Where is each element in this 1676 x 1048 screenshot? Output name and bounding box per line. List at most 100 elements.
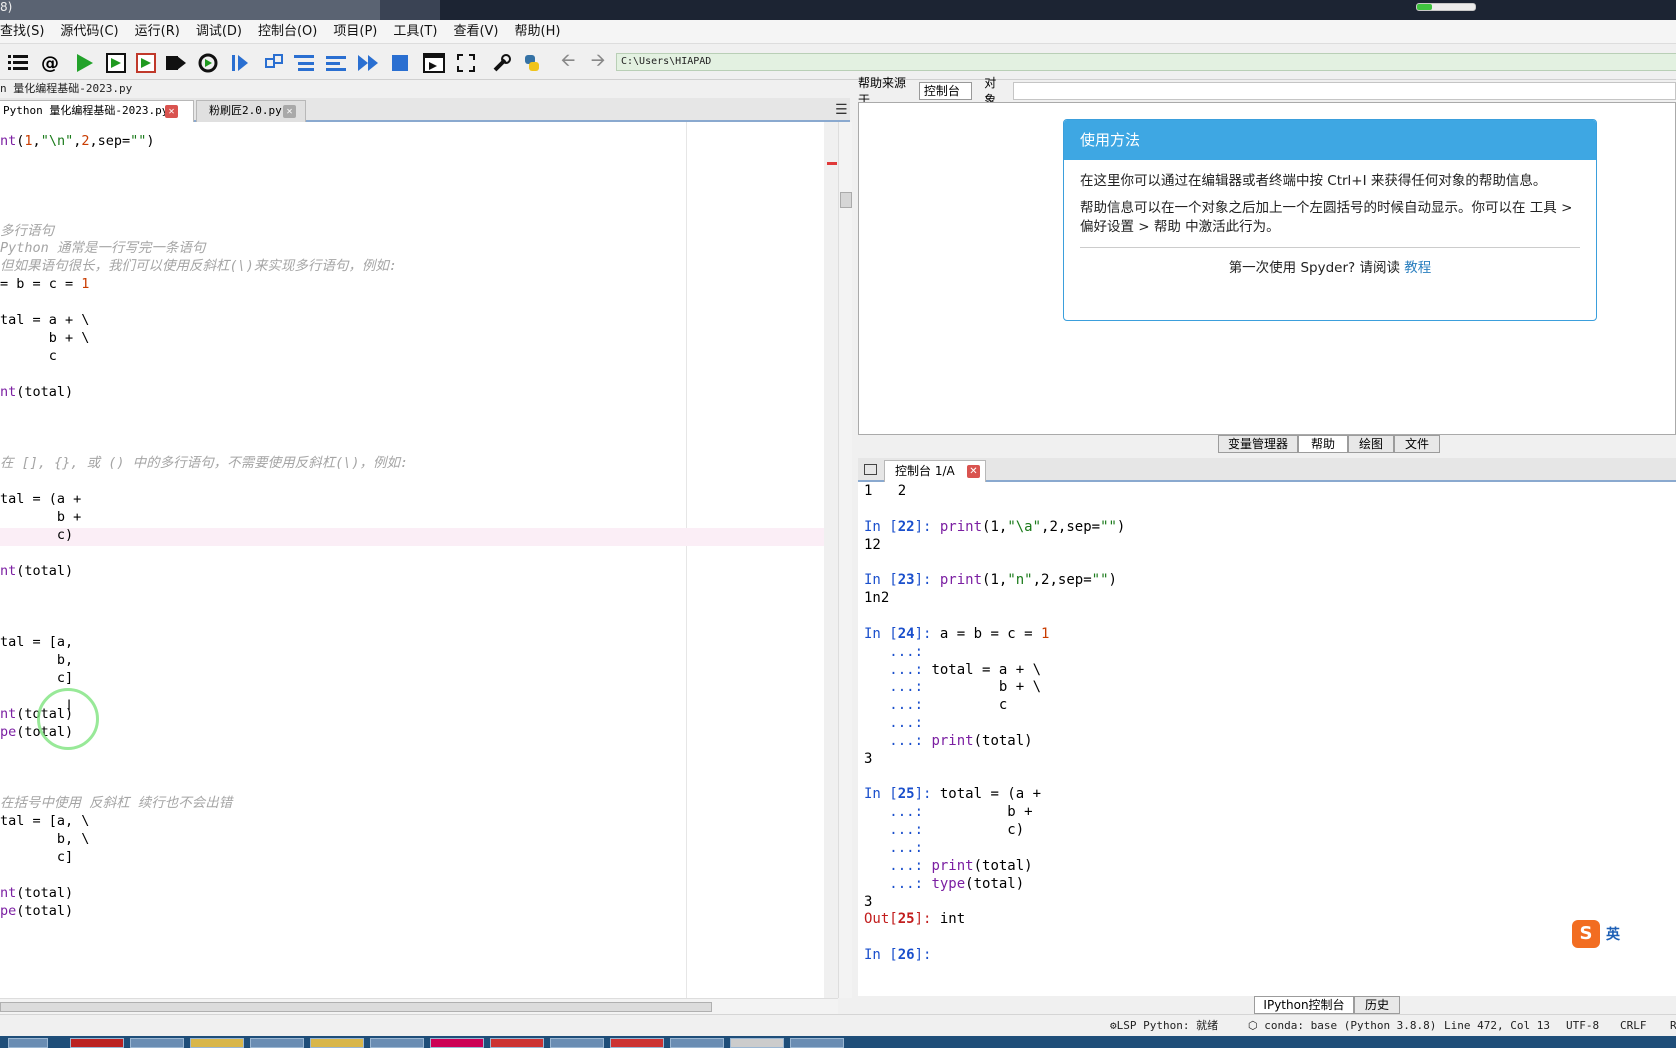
menu-help[interactable]: 帮助(H) (507, 20, 569, 44)
fullscreen-icon[interactable] (454, 51, 478, 75)
taskbar-item[interactable] (190, 1038, 244, 1048)
taskbar-item[interactable] (8, 1038, 48, 1048)
run-cell-advance-icon[interactable] (134, 51, 158, 75)
menu-debug[interactable]: 调试(D) (188, 20, 250, 44)
console-tab[interactable]: 控制台 1/A ✕ (884, 460, 986, 482)
menu-view[interactable]: 查看(V) (445, 20, 506, 44)
preferences-wrench-icon[interactable] (490, 51, 514, 75)
taskbar-item[interactable] (610, 1038, 664, 1048)
help-object-input[interactable] (1013, 82, 1676, 100)
console-token: (total) (965, 875, 1025, 892)
console-token: (total) (973, 732, 1033, 749)
help-source-select[interactable]: 控制台 ▾ (918, 82, 973, 114)
console-line: ...: c) (864, 821, 1024, 840)
error-marker (827, 162, 837, 165)
close-icon[interactable]: ✕ (967, 465, 980, 478)
at-icon[interactable]: @ (38, 51, 62, 75)
console-line: ...: (864, 839, 931, 858)
editor-horizontal-scrollbar[interactable] (0, 998, 838, 1014)
back-arrow-icon[interactable]: 🡨 (556, 50, 580, 75)
scrollbar-thumb[interactable] (840, 192, 852, 208)
debug-icon[interactable] (228, 51, 252, 75)
tab-plots[interactable]: 绘图 (1348, 435, 1394, 453)
rerun-icon[interactable] (196, 51, 220, 75)
menu-project[interactable]: 项目(P) (325, 20, 385, 44)
console-token: 1 2 (864, 483, 907, 499)
code-line: c) (0, 526, 74, 543)
taskbar-item[interactable] (670, 1038, 724, 1048)
console-token: ...: (864, 857, 932, 874)
console-token: print (939, 572, 983, 589)
editor-vertical-scrollbar[interactable] (827, 122, 852, 998)
console-line: 1 2 (864, 482, 906, 501)
tab-help[interactable]: 帮助 (1298, 435, 1348, 453)
tab-variable-explorer[interactable]: 变量管理器 (1218, 435, 1298, 453)
console-pane-tabs: IPython控制台 历史 (858, 996, 1676, 1014)
run-selection-icon[interactable] (164, 51, 188, 75)
menu-run[interactable]: 运行(R) (127, 20, 188, 44)
run-cell-icon[interactable] (104, 51, 128, 75)
code-line: nt(1,"\n",2,sep="") (0, 133, 155, 149)
console-line: ...: total = a + \ (864, 661, 1041, 680)
run-icon[interactable] (72, 51, 96, 75)
help-header: 帮助来源于 控制台 ▾ 对象 (858, 76, 1676, 114)
taskbar-item[interactable] (70, 1038, 124, 1048)
code-editor[interactable]: nt(1,"\n",2,sep="") 多行语句 Python 通常是一行写完一条语… (0, 122, 824, 998)
console-token: "\a" (1007, 518, 1042, 535)
code-line: tal = (a + (0, 491, 82, 507)
console-token: 24 (897, 625, 915, 642)
editor-tab-label: 粉刷匠2.0.py (209, 104, 282, 117)
status-extra: R (1670, 1019, 1676, 1032)
scrollbar-thumb[interactable] (0, 1002, 712, 1012)
console-token: 25 (897, 786, 915, 803)
console-token: ]: (914, 518, 940, 535)
console-line: ...: (864, 714, 931, 733)
taskbar-item[interactable] (550, 1038, 604, 1048)
continue-icon[interactable] (356, 51, 380, 75)
editor-tab-bar: Python 量化编程基础-2023.py ✕ 粉刷匠2.0.py ✕ (0, 98, 850, 122)
forward-arrow-icon[interactable]: 🡪 (586, 50, 610, 75)
ime-indicator[interactable]: S 英 (1572, 918, 1676, 950)
step-into-icon[interactable] (292, 51, 316, 75)
console-line: ...: (864, 643, 931, 662)
console-line: In [26]: (864, 946, 940, 965)
title-bar: 8) (0, 0, 1676, 20)
code-line: nt(total) (0, 884, 74, 901)
list-icon[interactable] (6, 51, 30, 75)
menu-bar: 查找(S) 源代码(C) 运行(R) 调试(D) 控制台(O) 项目(P) 工具… (0, 20, 1676, 44)
maximize-pane-icon[interactable] (422, 51, 446, 75)
ipython-console[interactable]: 1 2 In [22]: print(1,"\a",2,sep="") 12 In [… (858, 482, 1676, 996)
taskbar-item[interactable] (310, 1038, 364, 1048)
step-icon[interactable] (262, 51, 286, 75)
taskbar-item[interactable] (790, 1038, 844, 1048)
menu-source[interactable]: 源代码(C) (52, 20, 126, 44)
taskbar-item[interactable] (490, 1038, 544, 1048)
taskbar-item[interactable] (130, 1038, 184, 1048)
tab-files[interactable]: 文件 (1394, 435, 1440, 453)
editor-tab-main[interactable]: Python 量化编程基础-2023.py ✕ (0, 100, 194, 122)
help-para-1: 在这里你可以通过在编辑器或者终端中按 Ctrl+I 来获得任何对象的帮助信息。 (1080, 173, 1547, 189)
taskbar-item[interactable] (430, 1038, 484, 1048)
taskbar-item[interactable] (250, 1038, 304, 1048)
taskbar-item[interactable] (370, 1038, 424, 1048)
taskbar-item[interactable] (730, 1038, 784, 1048)
step-return-icon[interactable] (324, 51, 348, 75)
menu-search[interactable]: 查找(S) (0, 20, 52, 44)
close-icon[interactable]: ✕ (165, 105, 178, 118)
working-directory-field[interactable]: C:\Users\HIAPAD (616, 53, 1676, 71)
tab-history[interactable]: 历史 (1354, 996, 1400, 1014)
editor-tab-second[interactable]: 粉刷匠2.0.py ✕ (196, 100, 306, 122)
lsp-status: ⚙LSP Python: 就绪 (1110, 1019, 1219, 1032)
window-icon[interactable] (864, 464, 877, 475)
python-path-icon[interactable] (520, 51, 544, 75)
console-token: 23 (897, 572, 915, 589)
menu-console[interactable]: 控制台(O) (250, 20, 325, 44)
console-token: ...: (864, 643, 932, 660)
menu-tools[interactable]: 工具(T) (385, 20, 445, 44)
stop-icon[interactable] (388, 51, 412, 75)
console-token: ...: (864, 679, 932, 696)
tab-ipython-console[interactable]: IPython控制台 (1254, 996, 1354, 1014)
close-icon[interactable]: ✕ (283, 105, 296, 118)
tutorial-link[interactable]: 教程 (1404, 260, 1431, 276)
pane-options-icon[interactable]: ☰ (835, 103, 849, 118)
